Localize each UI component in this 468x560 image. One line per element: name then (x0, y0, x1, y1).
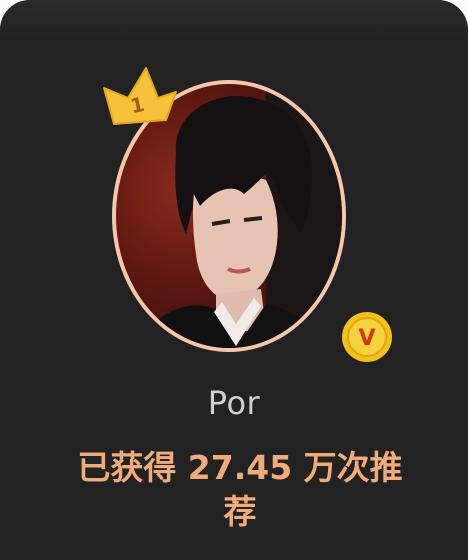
crown-icon: 1 (103, 67, 177, 125)
verified-badge-icon: V (342, 312, 392, 362)
rank-crown: 1 (98, 62, 178, 128)
username[interactable]: Por (0, 384, 468, 422)
recommend-count: 已获得 27.45 万次推荐 (77, 448, 403, 531)
verified-mark: V (358, 326, 375, 351)
verified-badge: V (340, 310, 394, 364)
profile-card: 1 V Por 已获得 27.45 万次推荐 (0, 0, 468, 560)
